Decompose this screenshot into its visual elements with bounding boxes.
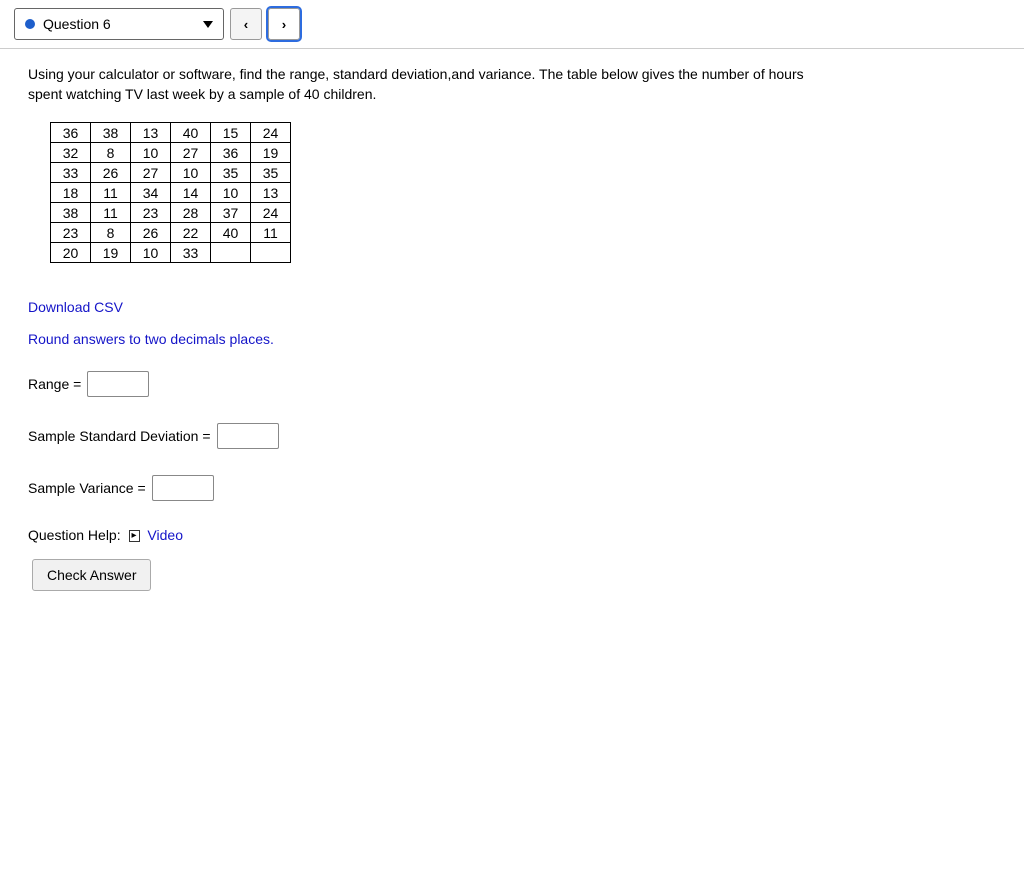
table-row: 332627103535: [51, 163, 291, 183]
table-row: 181134141013: [51, 183, 291, 203]
status-dot-icon: [25, 19, 35, 29]
help-label: Question Help:: [28, 527, 121, 543]
chevron-down-icon: [203, 21, 213, 28]
chevron-left-icon: ‹: [244, 17, 248, 32]
table-cell: 24: [251, 203, 291, 223]
table-row: 32810273619: [51, 143, 291, 163]
video-icon: ▸: [129, 530, 140, 542]
question-select-label: Question 6: [43, 16, 203, 32]
table-cell: 11: [91, 183, 131, 203]
var-row: Sample Variance =: [28, 475, 996, 501]
table-cell: 36: [51, 123, 91, 143]
table-cell: 10: [131, 143, 171, 163]
table-cell: 27: [171, 143, 211, 163]
table-cell: 38: [51, 203, 91, 223]
table-cell: 32: [51, 143, 91, 163]
sd-input[interactable]: [217, 423, 279, 449]
table-cell: 15: [211, 123, 251, 143]
table-row: 20191033: [51, 243, 291, 263]
table-cell: 40: [171, 123, 211, 143]
question-select[interactable]: Question 6: [14, 8, 224, 40]
table-cell: 19: [91, 243, 131, 263]
table-cell: 38: [91, 123, 131, 143]
rounding-hint: Round answers to two decimals places.: [28, 331, 996, 347]
range-input[interactable]: [87, 371, 149, 397]
table-row: 23826224011: [51, 223, 291, 243]
table-cell: 11: [91, 203, 131, 223]
table-cell: 28: [171, 203, 211, 223]
next-button[interactable]: ›: [268, 8, 300, 40]
table-cell: 10: [171, 163, 211, 183]
table-cell: 40: [211, 223, 251, 243]
prev-button[interactable]: ‹: [230, 8, 262, 40]
sd-row: Sample Standard Deviation =: [28, 423, 996, 449]
table-cell: 36: [211, 143, 251, 163]
table-cell: 26: [131, 223, 171, 243]
table-cell: 13: [251, 183, 291, 203]
table-cell: 23: [131, 203, 171, 223]
check-answer-button[interactable]: Check Answer: [32, 559, 151, 591]
table-cell: 8: [91, 143, 131, 163]
table-cell: 14: [171, 183, 211, 203]
data-table: 3638134015243281027361933262710353518113…: [50, 122, 291, 263]
table-cell: 35: [211, 163, 251, 183]
top-bar: Question 6 ‹ ›: [0, 0, 1024, 49]
question-content: Using your calculator or software, find …: [0, 49, 1024, 607]
table-cell: 13: [131, 123, 171, 143]
table-cell: 11: [251, 223, 291, 243]
table-cell: 8: [91, 223, 131, 243]
table-cell: 18: [51, 183, 91, 203]
table-row: 363813401524: [51, 123, 291, 143]
table-cell: 35: [251, 163, 291, 183]
video-link[interactable]: Video: [147, 527, 183, 543]
table-cell: 24: [251, 123, 291, 143]
chevron-right-icon: ›: [282, 17, 286, 32]
var-label: Sample Variance =: [28, 480, 146, 496]
table-cell: [211, 243, 251, 263]
question-prompt: Using your calculator or software, find …: [28, 65, 808, 104]
table-cell: 33: [51, 163, 91, 183]
table-cell: 20: [51, 243, 91, 263]
sd-label: Sample Standard Deviation =: [28, 428, 211, 444]
download-csv-link[interactable]: Download CSV: [28, 299, 123, 315]
range-row: Range =: [28, 371, 996, 397]
table-cell: [251, 243, 291, 263]
table-cell: 37: [211, 203, 251, 223]
table-cell: 19: [251, 143, 291, 163]
var-input[interactable]: [152, 475, 214, 501]
table-cell: 10: [211, 183, 251, 203]
table-cell: 22: [171, 223, 211, 243]
table-row: 381123283724: [51, 203, 291, 223]
table-cell: 27: [131, 163, 171, 183]
table-cell: 33: [171, 243, 211, 263]
range-label: Range =: [28, 376, 81, 392]
question-help: Question Help: ▸ Video: [28, 527, 996, 543]
table-cell: 10: [131, 243, 171, 263]
table-cell: 23: [51, 223, 91, 243]
table-cell: 34: [131, 183, 171, 203]
table-cell: 26: [91, 163, 131, 183]
